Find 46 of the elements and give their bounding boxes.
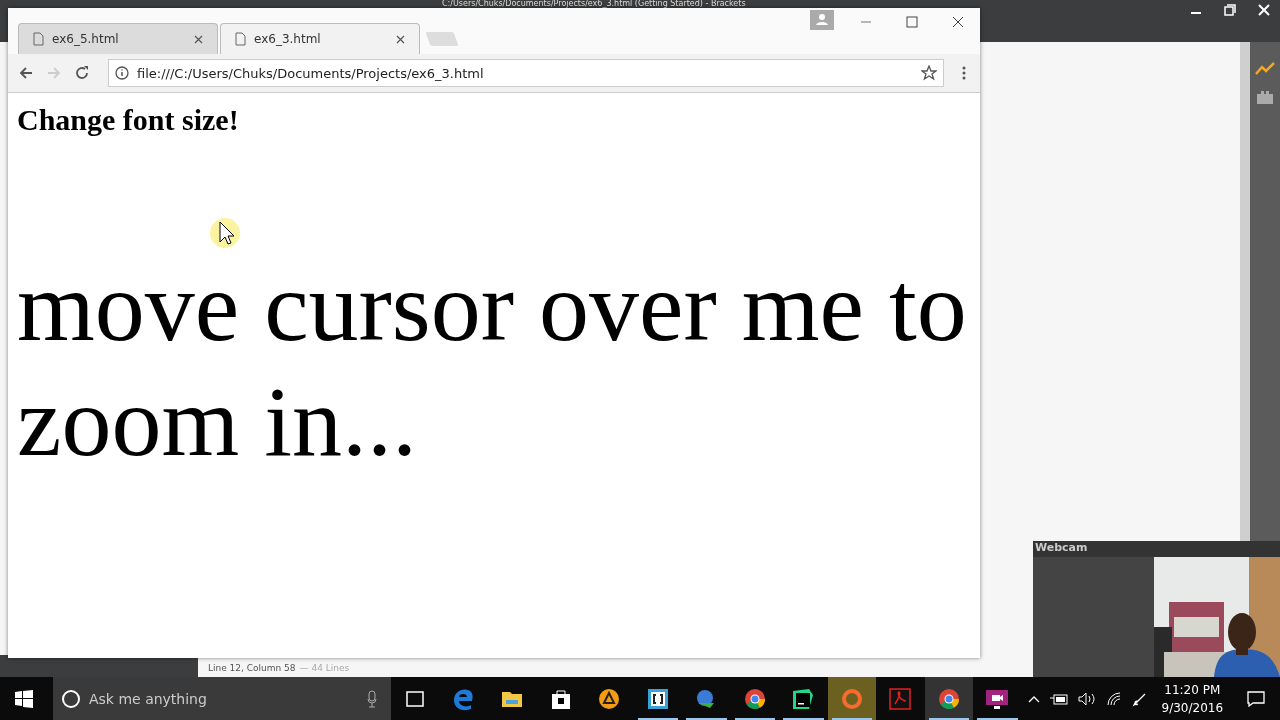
reload-icon[interactable] bbox=[74, 65, 90, 81]
date: 9/30/2016 bbox=[1161, 699, 1224, 717]
clock[interactable]: 11:20 PM 9/30/2016 bbox=[1161, 680, 1224, 717]
file-icon bbox=[235, 32, 246, 46]
chrome-icon bbox=[742, 686, 767, 711]
browser-tab[interactable]: ex6_3.html bbox=[220, 23, 420, 54]
taskbar-button[interactable] bbox=[827, 677, 876, 720]
scrollbar[interactable] bbox=[1240, 42, 1250, 541]
battery-icon[interactable] bbox=[1049, 692, 1068, 705]
extension-icon[interactable] bbox=[1256, 90, 1274, 104]
notification-icon[interactable] bbox=[1247, 690, 1266, 707]
address-bar[interactable]: file:///C:/Users/Chuks/Documents/Projects/ex6_3.html bbox=[108, 59, 944, 87]
menu-icon[interactable] bbox=[962, 66, 966, 80]
file-icon bbox=[33, 32, 44, 46]
ide-icon bbox=[791, 686, 816, 711]
cursor-position: Line 12, Column 58 bbox=[208, 663, 296, 673]
close-icon[interactable] bbox=[194, 34, 203, 44]
star-icon[interactable] bbox=[921, 65, 937, 81]
restore-icon[interactable] bbox=[1224, 4, 1236, 16]
ring-icon bbox=[839, 686, 864, 711]
search-bar[interactable]: Ask me anything bbox=[53, 677, 391, 720]
chevron-up-icon[interactable] bbox=[1027, 694, 1040, 703]
windows-icon[interactable] bbox=[15, 689, 33, 708]
browser-e-icon bbox=[451, 686, 476, 711]
volume-icon[interactable] bbox=[1077, 691, 1096, 706]
pdf-icon bbox=[888, 686, 913, 711]
circle-icon bbox=[61, 688, 81, 709]
window-title: C:/Users/Chuks/Documents/Projects/ex6_3.html (Getting Started) - Brackets bbox=[442, 0, 746, 8]
close-icon[interactable] bbox=[396, 34, 405, 44]
wifi-icon[interactable] bbox=[1105, 691, 1122, 706]
page-heading: Change font size! bbox=[17, 103, 240, 137]
taskbar-button[interactable] bbox=[924, 677, 973, 720]
line-count: — 44 Lines bbox=[299, 663, 350, 673]
browser-tab[interactable]: ex6_5.html bbox=[18, 23, 218, 54]
back-icon[interactable] bbox=[18, 65, 34, 81]
info-icon bbox=[115, 66, 129, 80]
microphone-icon[interactable] bbox=[367, 689, 377, 708]
maximize-icon[interactable] bbox=[906, 16, 918, 28]
close-icon[interactable] bbox=[952, 16, 964, 28]
zoom-text: move cursor over me to zoom in... bbox=[17, 250, 968, 479]
search-field[interactable]: Ask me anything bbox=[87, 689, 361, 708]
live-preview-icon[interactable] bbox=[1255, 62, 1275, 76]
brackets-icon bbox=[645, 686, 670, 711]
time: 11:20 PM bbox=[1164, 681, 1221, 699]
chrome-icon bbox=[936, 686, 961, 711]
webcam-title: Webcam bbox=[1033, 541, 1280, 557]
